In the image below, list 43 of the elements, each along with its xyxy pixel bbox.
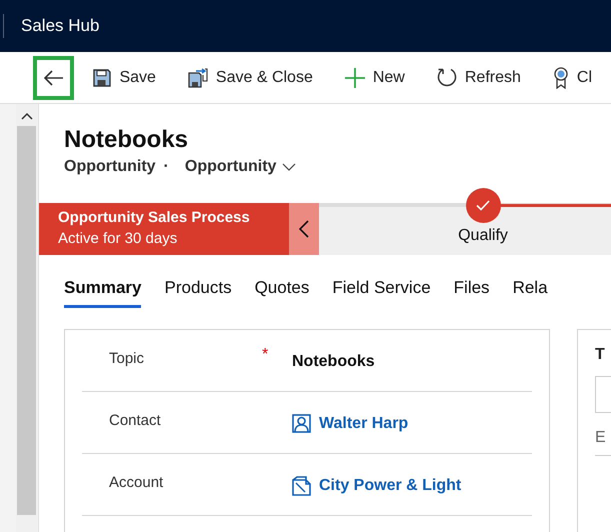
process-name: Opportunity Sales Process: [58, 209, 251, 226]
back-arrow-icon: [44, 70, 64, 86]
field-label: Account: [108, 474, 164, 491]
tab[interactable]: Summary: [64, 277, 142, 308]
separator-dot: ·: [164, 158, 169, 176]
tab[interactable]: Quotes: [254, 277, 310, 308]
process-duration: Active for 30 days: [58, 230, 178, 247]
toolbar-button[interactable]: New: [332, 56, 418, 100]
field-label: Topic: [108, 350, 146, 367]
record-title: Notebooks: [64, 125, 190, 155]
account-icon: [292, 476, 311, 496]
tab[interactable]: Field Service: [332, 277, 431, 308]
entity-name: Opportunity: [64, 158, 156, 176]
process-stage[interactable]: Qualify: [435, 188, 531, 245]
toolbar-button[interactable]: Save: [80, 56, 169, 100]
lookup-link[interactable]: Walter Harp: [319, 414, 408, 432]
field-value[interactable]: Notebooks: [292, 353, 375, 371]
toolbar-button[interactable]: Save & Close: [174, 56, 326, 100]
input-field[interactable]: [595, 376, 611, 413]
refresh-icon: [436, 67, 457, 88]
toolbar-button[interactable]: Cl: [540, 56, 605, 100]
side-field-label: E: [595, 429, 611, 456]
collapse-button[interactable]: [289, 203, 319, 255]
contact-icon: [292, 414, 311, 433]
field-label: Contact: [108, 412, 162, 429]
tab[interactable]: Files: [454, 277, 490, 308]
award-icon: [552, 66, 569, 88]
scroll-up-icon[interactable]: [20, 112, 32, 120]
app-title: Sales Hub: [21, 16, 100, 36]
plus-icon: [344, 68, 365, 88]
process-banner[interactable]: Opportunity Sales Process Active for 30 days: [39, 203, 289, 255]
tab[interactable]: Rela: [512, 277, 548, 308]
chevron-down-icon: [282, 163, 296, 171]
toolbar-button[interactable]: Refresh: [424, 56, 534, 100]
tab[interactable]: Products: [164, 277, 232, 308]
chevron-left-icon: [299, 220, 309, 238]
side-card-heading: T: [595, 346, 606, 364]
back-button[interactable]: [33, 56, 74, 100]
lookup-link[interactable]: City Power & Light: [319, 477, 462, 495]
save-close-icon: [188, 68, 208, 88]
save-icon: [93, 68, 112, 86]
form-selector[interactable]: Opportunity: [184, 158, 296, 176]
required-asterisk: *: [262, 346, 270, 364]
